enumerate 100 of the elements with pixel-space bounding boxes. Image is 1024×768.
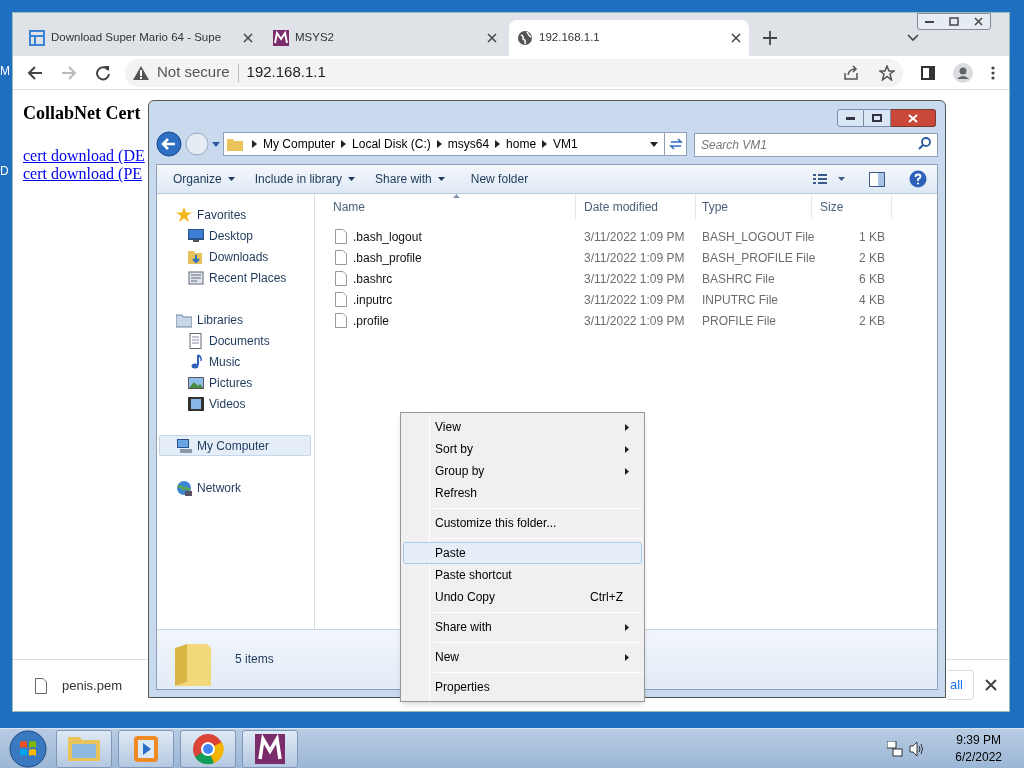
breadcrumb-item[interactable]: Local Disk (C:) [352, 135, 431, 153]
close-icon[interactable] [731, 33, 741, 43]
speaker-icon[interactable] [909, 740, 926, 757]
desktop-icon-label: M [0, 63, 10, 80]
folder-icon [173, 642, 213, 686]
nav-item[interactable]: Videos [159, 393, 314, 414]
library-folder-icon [176, 311, 192, 328]
address-bar[interactable]: My Computer Local Disk (C:) msys64 home VM1 [223, 132, 687, 156]
star-outline-icon[interactable] [879, 64, 895, 81]
file-name[interactable]: .bashrc [353, 269, 393, 288]
chevron-right-icon [341, 140, 347, 148]
breadcrumb-item[interactable]: home [506, 135, 537, 153]
back-button-icon[interactable] [156, 131, 182, 157]
clock-time: 9:39 PM [956, 731, 1001, 749]
chevron-right-icon [495, 140, 501, 148]
file-name[interactable]: .profile [353, 311, 390, 330]
document-icon [188, 332, 204, 349]
maximize-button[interactable] [864, 109, 891, 127]
taskbar-button[interactable] [180, 729, 236, 768]
view-options-icon[interactable] [813, 174, 845, 184]
nav-item[interactable]: Pictures [159, 372, 314, 393]
menu-item[interactable]: Paste [403, 542, 642, 564]
menu-item[interactable]: Properties [403, 676, 642, 698]
toolbar-button[interactable]: Share with [367, 168, 453, 190]
nav-item[interactable]: Favorites [159, 204, 314, 225]
menu-item[interactable]: View [403, 416, 642, 438]
tab-title: MSYS2 [295, 30, 335, 46]
refresh-icon[interactable] [668, 137, 683, 151]
monitor-icon [188, 227, 204, 244]
download-filename[interactable]: penis.pem [62, 675, 122, 696]
show-all-button[interactable]: all [948, 670, 974, 700]
table-cell-text: 3/11/2022 1:09 PM [583, 228, 686, 246]
breadcrumb-item[interactable]: My Computer [263, 135, 336, 153]
file-name[interactable]: .inputrc [353, 290, 393, 309]
close-button[interactable] [891, 109, 936, 127]
side-panel-icon[interactable] [921, 65, 935, 80]
file-icon [335, 250, 347, 265]
chevron-right-icon [252, 140, 257, 148]
nav-item[interactable]: Recent Places [159, 267, 314, 288]
search-field[interactable]: Search VM1 [694, 133, 938, 157]
menu-item[interactable]: Share with [403, 616, 642, 638]
back-arrow-icon[interactable] [27, 64, 43, 81]
download-link[interactable]: cert download (PE [23, 165, 143, 183]
reload-icon[interactable] [95, 64, 111, 81]
column-header[interactable]: Date modified [576, 194, 696, 219]
nav-item[interactable]: Downloads [159, 246, 314, 267]
search-icon [918, 137, 931, 150]
profile-icon[interactable] [953, 62, 973, 83]
toolbar-button[interactable]: Organize [165, 168, 243, 190]
nav-item[interactable]: Libraries [159, 309, 314, 330]
new-tab-icon[interactable] [763, 31, 777, 45]
menu-item[interactable]: Undo Copy Ctrl+Z [403, 586, 642, 608]
sort-arrow-icon [453, 194, 460, 198]
breadcrumb-item[interactable]: msys64 [447, 135, 490, 153]
menu-item[interactable]: Customize this folder... [403, 512, 642, 534]
globe-network-icon [176, 479, 192, 496]
nav-item[interactable]: Network [159, 477, 314, 498]
file-name[interactable]: .bash_logout [353, 227, 422, 246]
nav-item[interactable]: Desktop [159, 225, 314, 246]
taskbar-button[interactable] [242, 729, 298, 768]
chevron-right-icon [542, 140, 548, 148]
dropdown-arrow-icon[interactable] [650, 141, 658, 147]
close-icon[interactable] [487, 33, 497, 43]
more-icon[interactable] [991, 65, 995, 80]
nav-item[interactable]: Music [159, 351, 314, 372]
menu-item[interactable]: Sort by [403, 438, 642, 460]
column-header[interactable]: Type [696, 194, 812, 219]
preview-pane-icon[interactable] [869, 171, 885, 187]
nav-item[interactable]: Documents [159, 330, 314, 351]
breadcrumb-item[interactable]: VM1 [553, 135, 578, 153]
globe-icon [517, 30, 533, 46]
table-cell-text: BASH_LOGOUT File [701, 228, 812, 246]
close-icon[interactable] [985, 679, 997, 691]
address-bar[interactable]: Not secure 192.168.1.1 [125, 58, 903, 87]
minimize-button[interactable] [837, 109, 864, 127]
nav-item[interactable]: My Computer [159, 435, 311, 456]
start-orb-icon[interactable] [9, 729, 47, 768]
menu-item[interactable]: Paste shortcut [403, 564, 642, 586]
toolbar-button[interactable]: Include in library [246, 168, 364, 190]
window-controls[interactable] [917, 13, 991, 30]
browser-tab[interactable]: 192.168.1.1 [509, 20, 749, 56]
toolbar-button[interactable]: New folder [462, 168, 537, 190]
clock[interactable]: 9:39 PM 6/2/2022 [955, 731, 1002, 766]
menu-item[interactable]: New [403, 646, 642, 668]
chevron-down-icon[interactable] [907, 34, 919, 42]
close-icon[interactable] [243, 33, 253, 43]
column-header[interactable]: Size [812, 194, 892, 219]
menu-item[interactable]: Group by [403, 460, 642, 482]
share-icon[interactable] [843, 64, 859, 81]
page-heading: CollabNet Cert [23, 102, 141, 125]
file-name[interactable]: .bash_profile [353, 248, 422, 267]
computer-icon [176, 437, 192, 454]
network-icon[interactable] [887, 740, 904, 757]
menu-item[interactable]: Refresh [403, 482, 642, 504]
download-link[interactable]: cert download (DE [23, 147, 145, 165]
help-icon[interactable] [909, 170, 927, 188]
table-cell-text: 2 KB [858, 312, 885, 330]
security-label: Not secure [157, 62, 230, 83]
minimize-icon [846, 116, 855, 120]
table-cell-text: 3/11/2022 1:09 PM [583, 312, 686, 330]
